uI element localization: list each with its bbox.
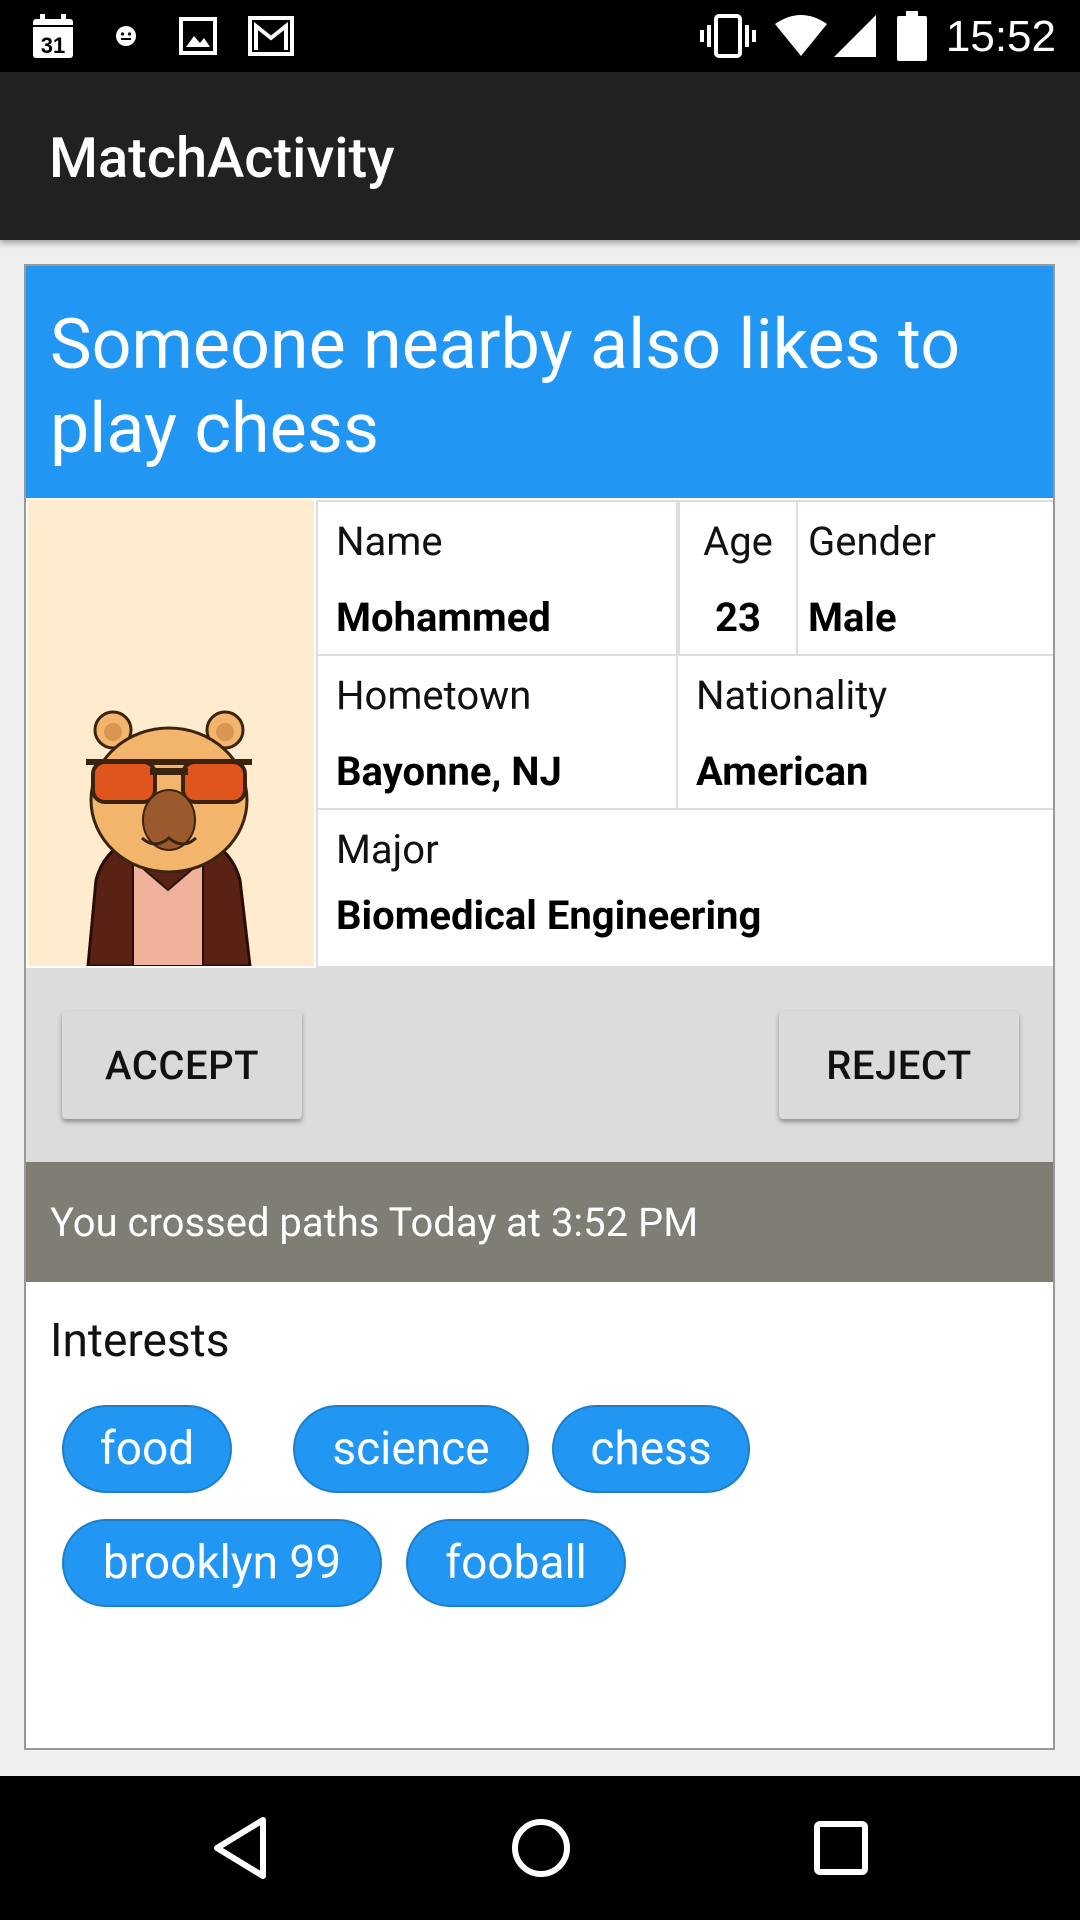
nationality-label: Nationality [696, 672, 888, 719]
name-cell: Name Mohammed [316, 500, 678, 656]
notification-icon [110, 0, 142, 72]
gender-label: Gender [808, 518, 936, 565]
reject-button[interactable]: REJECT [779, 1011, 1019, 1119]
hometown-value: Bayonne, NJ [336, 748, 562, 795]
calendar-day-text: 31 [41, 33, 65, 58]
interest-chip-fooball[interactable]: fooball [406, 1519, 626, 1607]
back-icon[interactable] [200, 1776, 282, 1920]
calendar-icon: 31 [28, 0, 78, 72]
age-label: Age [703, 518, 773, 565]
hometown-label: Hometown [336, 672, 532, 719]
app-title: MatchActivity [49, 125, 395, 191]
profile-section: Name Mohammed Age 23 Gender Male Hometow… [26, 498, 1053, 968]
major-label: Major [336, 826, 439, 873]
crossed-paths-banner: You crossed paths Today at 3:52 PM [26, 1162, 1053, 1282]
wifi-icon [773, 0, 829, 72]
interests-heading: Interests [50, 1314, 230, 1368]
signal-icon [830, 0, 880, 72]
age-cell: Age 23 [678, 500, 798, 656]
match-card: Someone nearby also likes to play chess [24, 264, 1055, 1750]
hometown-cell: Hometown Bayonne, NJ [316, 654, 678, 810]
gender-value: Male [808, 594, 897, 641]
age-value: 23 [715, 594, 761, 641]
navigation-bar [0, 1776, 1080, 1920]
name-value: Mohammed [336, 594, 551, 641]
gmail-icon [246, 0, 296, 72]
status-time: 15:52 [945, 12, 1056, 61]
nationality-value: American [696, 748, 869, 795]
name-label: Name [336, 518, 443, 565]
interest-chip-science[interactable]: science [293, 1405, 529, 1493]
accept-button[interactable]: ACCEPT [62, 1011, 302, 1119]
vibrate-icon [698, 0, 758, 72]
nationality-cell: Nationality American [676, 654, 1053, 810]
image-icon [176, 0, 220, 72]
match-headline: Someone nearby also likes to play chess [26, 266, 1053, 498]
home-icon[interactable] [500, 1776, 582, 1920]
interest-chip-brooklyn-99[interactable]: brooklyn 99 [62, 1519, 382, 1607]
status-bar: 31 15:52 [0, 0, 1080, 72]
battery-icon [896, 0, 928, 72]
app-bar: MatchActivity [0, 72, 1080, 240]
major-cell: Major Biomedical Engineering [316, 808, 1053, 968]
bear-avatar-image [86, 710, 252, 966]
avatar [28, 500, 314, 966]
major-value: Biomedical Engineering [336, 892, 762, 939]
action-bar: ACCEPT REJECT [26, 968, 1053, 1162]
recents-icon[interactable] [800, 1776, 882, 1920]
interest-chip-chess[interactable]: chess [552, 1405, 750, 1493]
gender-cell: Gender Male [796, 500, 1053, 656]
interest-chip-food[interactable]: food [62, 1405, 232, 1493]
